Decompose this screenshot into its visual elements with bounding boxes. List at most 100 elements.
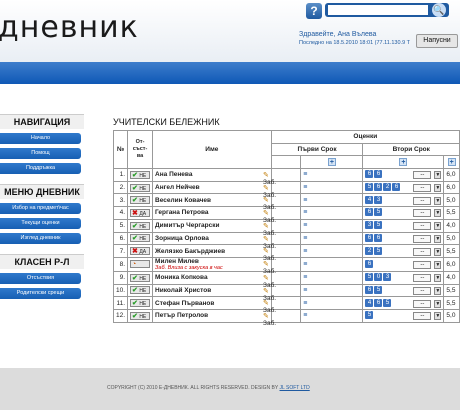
- grade-badge[interactable]: 5: [374, 221, 383, 230]
- search-input[interactable]: [328, 5, 428, 15]
- note-button[interactable]: ✎ Заб.: [263, 312, 276, 327]
- chevron-down-icon[interactable]: ▼: [434, 247, 442, 256]
- chevron-down-icon[interactable]: ▼: [434, 312, 442, 321]
- status-icon: ✔: [132, 312, 138, 320]
- grade-badge[interactable]: 5: [374, 246, 383, 255]
- attendance-toggle[interactable]: ✔ НЕ: [130, 221, 151, 230]
- grade-badge[interactable]: 6: [374, 170, 383, 179]
- grade-badge[interactable]: 6: [365, 208, 374, 217]
- grade-select[interactable]: --: [413, 286, 432, 295]
- sidebar-item-subject-select[interactable]: Избор на предмет\час: [0, 203, 81, 214]
- grade-badge[interactable]: 6: [374, 233, 383, 242]
- grade-badge[interactable]: 6: [392, 183, 401, 192]
- grade-badge[interactable]: 5: [374, 208, 383, 217]
- grade-badge[interactable]: 6: [374, 298, 383, 307]
- grade-badge[interactable]: 3: [383, 273, 392, 282]
- attendance-toggle[interactable]: ✔ НЕ: [130, 196, 151, 205]
- grade-badge[interactable]: 5: [365, 183, 374, 192]
- grade-select[interactable]: --: [413, 247, 432, 256]
- attendance-toggle[interactable]: ✔ НЕ: [130, 234, 151, 243]
- attendance-toggle[interactable]: ✔ НЕ: [130, 299, 151, 308]
- grade-badge[interactable]: 2: [365, 246, 374, 255]
- sidebar-item-current-grades[interactable]: Текущи оценки: [0, 218, 81, 229]
- sidebar-item-help[interactable]: Помощ: [0, 148, 81, 159]
- attendance-toggle[interactable]: ✖ ДА: [130, 247, 151, 256]
- grade-select[interactable]: --: [413, 299, 432, 308]
- design-link[interactable]: JL SOFT LTD: [280, 385, 310, 391]
- grade-badge[interactable]: 5: [383, 298, 392, 307]
- grade-badge[interactable]: 4: [365, 195, 374, 204]
- add-grade-button[interactable]: +: [447, 158, 456, 167]
- grade-badge[interactable]: 0: [374, 273, 383, 282]
- attendance-toggle[interactable]: ✔ НЕ: [130, 286, 151, 295]
- grade-select[interactable]: --: [413, 209, 432, 218]
- sidebar-item-absences[interactable]: Отсъствия: [0, 273, 81, 284]
- grade-badge[interactable]: 5: [365, 273, 374, 282]
- status-cell: ✔ НЕ: [127, 231, 154, 246]
- student-name: Ангел Нейчев: [155, 184, 200, 192]
- table-row: 6. ✔ НЕ Зорница Орлова ✎ Заб. ≡ 6 6 ▼ -- 5,…: [112, 231, 460, 250]
- chevron-down-icon[interactable]: ▼: [434, 274, 442, 283]
- grade-select[interactable]: --: [413, 312, 432, 321]
- table-row: 11. ✔ НЕ Стефан Първанов ✎ Заб. ≡ 4 6 5 ▼ --…: [112, 296, 460, 314]
- chevron-down-icon[interactable]: ▼: [434, 260, 442, 269]
- status-label: НЕ: [139, 236, 147, 243]
- grade-select[interactable]: --: [413, 274, 432, 283]
- second-term-grades-cell: 6 6 ▼ --: [362, 231, 445, 246]
- grade-badge[interactable]: 3: [365, 221, 374, 230]
- grade-badge[interactable]: 6: [365, 233, 374, 242]
- row-number: 3.: [112, 193, 129, 208]
- grade-select[interactable]: --: [413, 196, 432, 205]
- grade-badge[interactable]: 6: [365, 285, 374, 294]
- grade-badge[interactable]: 5: [374, 285, 383, 294]
- chevron-down-icon[interactable]: ▼: [434, 171, 442, 180]
- add-grade-first-term-button[interactable]: +: [327, 158, 336, 167]
- col-first-term-header: Първи Срок: [270, 142, 364, 157]
- search-icon[interactable]: 🔍: [432, 3, 446, 17]
- sidebar-item-journal-view[interactable]: Изглед дневник: [0, 233, 81, 244]
- grade-select[interactable]: --: [413, 171, 432, 180]
- attendance-toggle[interactable]: ◔: [130, 260, 151, 269]
- attendance-toggle[interactable]: ✔ НЕ: [130, 311, 151, 320]
- attendance-toggle[interactable]: ✔ НЕ: [130, 273, 151, 282]
- add-grade-second-term-button[interactable]: +: [399, 158, 408, 167]
- sidebar-item-support[interactable]: Поддръжка: [0, 163, 81, 174]
- chevron-down-icon[interactable]: ▼: [434, 222, 442, 231]
- grade-badge[interactable]: 6: [365, 259, 374, 268]
- equals-icon: ≡: [303, 274, 308, 282]
- app-logo[interactable]: дневник: [0, 10, 139, 45]
- grade-badge[interactable]: 6: [374, 183, 383, 192]
- student-name-cell: Гергана Петрова ✎ Заб.: [152, 206, 276, 224]
- chevron-down-icon[interactable]: ▼: [434, 299, 442, 308]
- help-icon[interactable]: ?: [306, 3, 322, 19]
- attendance-toggle[interactable]: ✖ ДА: [130, 208, 151, 217]
- equals-icon: ≡: [303, 312, 308, 320]
- chevron-down-icon[interactable]: ▼: [434, 286, 442, 295]
- grade-select[interactable]: --: [413, 184, 432, 193]
- sidebar-item-parent-meetings[interactable]: Родителски срещи: [0, 288, 81, 299]
- grade-badge[interactable]: 5: [365, 311, 374, 320]
- grade-badge[interactable]: 2: [383, 183, 392, 192]
- chevron-down-icon[interactable]: ▼: [434, 234, 442, 243]
- attendance-toggle[interactable]: ✔ НЕ: [130, 170, 151, 179]
- col-status-header: От- съст- ва: [127, 129, 154, 170]
- logout-button[interactable]: Напусни: [416, 34, 458, 48]
- extra-add-header: +: [443, 155, 460, 170]
- grade-badge[interactable]: 6: [365, 170, 374, 179]
- second-term-grades-cell: 4 6 5 ▼ --: [362, 296, 445, 310]
- average-cell: 5,0: [443, 193, 460, 208]
- chevron-down-icon[interactable]: ▼: [434, 209, 442, 218]
- second-term-grades-cell: 4 3 ▼ --: [362, 193, 445, 208]
- attendance-toggle[interactable]: ✔ НЕ: [130, 183, 151, 192]
- grade-select[interactable]: --: [413, 260, 432, 269]
- col-num-header: №: [112, 129, 129, 170]
- chevron-down-icon[interactable]: ▼: [434, 196, 442, 205]
- first-term-avg-cell: ≡: [300, 270, 364, 285]
- grade-badge[interactable]: 3: [374, 195, 383, 204]
- grade-select[interactable]: --: [413, 222, 432, 231]
- table-row: 8. ◔ Милен Милев Заб. Влиза с закуска в …: [112, 256, 460, 275]
- grade-badge[interactable]: 4: [365, 298, 374, 307]
- chevron-down-icon[interactable]: ▼: [434, 184, 442, 193]
- grade-select[interactable]: --: [413, 234, 432, 243]
- sidebar-item-home[interactable]: Начало: [0, 133, 81, 144]
